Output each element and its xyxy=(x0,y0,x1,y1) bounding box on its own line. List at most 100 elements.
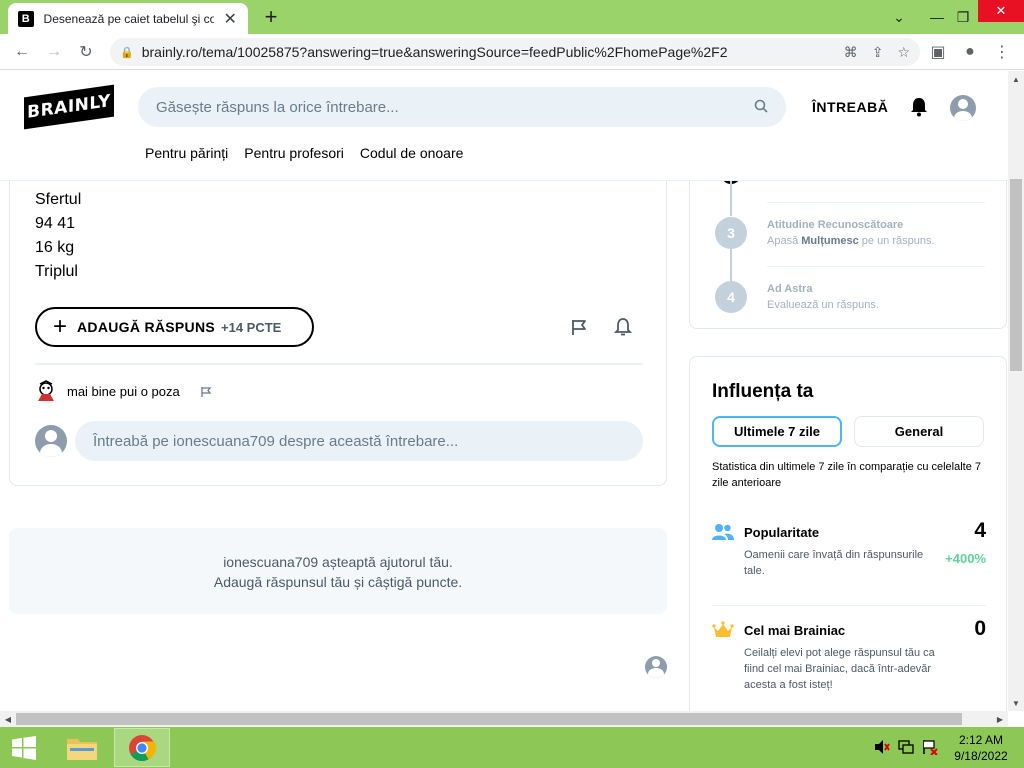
follow-bell-icon[interactable] xyxy=(613,317,633,337)
lock-icon: 🔒 xyxy=(120,46,134,59)
bookmark-star-icon[interactable]: ☆ xyxy=(897,44,910,61)
brainly-logo[interactable]: BRAINLY xyxy=(24,84,114,130)
window-close-button[interactable]: ✕ xyxy=(978,0,1024,22)
browser-tab[interactable]: B Desenează pe caiet tabelul şi complete… xyxy=(8,3,248,34)
my-avatar xyxy=(35,425,67,457)
windows-start-icon[interactable] xyxy=(0,727,48,768)
comment-text: mai bine pui o poza xyxy=(67,383,180,399)
brainly-favicon-icon: B xyxy=(18,10,34,27)
new-tab-button[interactable]: + xyxy=(258,4,284,30)
metric-description: Oamenii care învață din răspunsurile tal… xyxy=(744,549,924,577)
horizontal-scrollbar[interactable]: ◀ ▶ xyxy=(0,711,1008,727)
browser-tabstrip: B Desenează pe caiet tabelul şi complete… xyxy=(0,0,1024,34)
step-separator xyxy=(767,202,985,203)
step-number: 3 xyxy=(715,217,747,249)
scroll-left-arrow-icon[interactable]: ◀ xyxy=(0,711,16,727)
notifications-bell-icon[interactable] xyxy=(910,97,928,117)
waiting-line-2: Adaugă răspunsul tău și câștigă puncte. xyxy=(213,574,463,590)
floating-avatar[interactable] xyxy=(645,656,667,678)
add-answer-button[interactable]: + ADAUGĂ RĂSPUNS +14 PCTE xyxy=(35,307,314,347)
influence-card: Influența ta Ultimele 7 zile General Sta… xyxy=(689,356,1007,716)
metric-separator xyxy=(712,605,986,606)
reload-icon[interactable]: ↻ xyxy=(74,40,98,64)
horizontal-scroll-thumb[interactable] xyxy=(16,713,962,725)
crown-icon xyxy=(712,621,734,639)
windows-taskbar: 2:12 AM 9/18/2022 xyxy=(0,727,1024,768)
tab-last-7-days[interactable]: Ultimele 7 zile xyxy=(712,416,842,447)
taskbar-clock[interactable]: 2:12 AM 9/18/2022 xyxy=(946,732,1016,764)
search-bar[interactable]: Găsește răspuns la orice întrebare... xyxy=(138,87,786,127)
file-explorer-icon[interactable] xyxy=(54,728,110,767)
scroll-up-arrow-icon[interactable]: ▲ xyxy=(1008,71,1024,87)
clock-date: 9/18/2022 xyxy=(954,749,1008,763)
ask-author-input[interactable]: Întreabă pe ionescuana709 despre această… xyxy=(75,421,643,461)
site-header: BRAINLY Găsește răspuns la orice întreba… xyxy=(0,71,1008,181)
step-desc-text: Apasă xyxy=(767,235,802,247)
secondary-nav: Pentru părinți Pentru profesori Codul de… xyxy=(145,145,463,161)
question-line: Sfertul xyxy=(35,191,82,208)
metric-title: Popularitate xyxy=(744,525,820,540)
step-description: Evaluează un răspuns. xyxy=(767,299,879,311)
search-icon[interactable] xyxy=(754,99,768,116)
tab-general[interactable]: General xyxy=(854,416,984,447)
step-connector xyxy=(730,249,732,281)
nav-link-teachers[interactable]: Pentru profesori xyxy=(244,145,344,161)
scroll-right-arrow-icon[interactable]: ▶ xyxy=(992,711,1008,727)
report-flag-icon[interactable] xyxy=(570,318,588,336)
add-answer-points: +14 PCTE xyxy=(221,319,282,335)
chrome-taskbar-icon[interactable] xyxy=(114,728,170,767)
forward-icon[interactable]: → xyxy=(42,40,66,64)
action-center-icon[interactable] xyxy=(922,739,938,758)
metric-value: 0 xyxy=(974,617,986,640)
step-connector xyxy=(730,180,732,216)
question-content: Sfertul 94 41 16 kg Triplul xyxy=(35,188,81,284)
url-text: brainly.ro/tema/10025875?answering=true&… xyxy=(141,44,728,60)
waiting-line-1: ionescuana709 așteaptă ajutorul tău. xyxy=(223,554,453,570)
profile-icon[interactable]: ● xyxy=(958,40,982,64)
comment-item: mai bine pui o poza xyxy=(35,380,212,402)
step-separator xyxy=(767,266,985,267)
nav-link-honor-code[interactable]: Codul de onoare xyxy=(360,145,464,161)
menu-kebab-icon[interactable]: ⋮ xyxy=(990,40,1014,64)
commenter-avatar-icon[interactable] xyxy=(35,380,57,402)
comment-flag-icon[interactable] xyxy=(200,385,212,397)
tab-close-icon[interactable]: ✕ xyxy=(222,9,238,29)
people-icon xyxy=(712,523,734,541)
question-card: Sfertul 94 41 16 kg Triplul + ADAUGĂ RĂS… xyxy=(9,150,667,486)
metric-delta: +400% xyxy=(945,551,986,566)
step-title: Ad Astra xyxy=(767,283,813,295)
question-line: Triplul xyxy=(35,263,78,280)
vertical-scrollbar[interactable]: ▲ ▼ xyxy=(1008,71,1024,711)
volume-muted-icon[interactable] xyxy=(874,739,890,758)
influence-description: Statistica din ultimele 7 zile în compar… xyxy=(712,461,982,489)
logo-text: BRAINLY xyxy=(27,91,111,123)
user-avatar[interactable] xyxy=(950,95,976,121)
question-line: 94 41 xyxy=(35,215,76,232)
step-desc-bold: Mulțumesc xyxy=(801,235,859,247)
network-icon[interactable] xyxy=(898,739,914,758)
share-icon[interactable]: ⇪ xyxy=(872,44,884,61)
ask-question-button[interactable]: ÎNTREABĂ xyxy=(812,99,888,115)
vertical-scroll-thumb[interactable] xyxy=(1010,179,1022,371)
plus-icon: + xyxy=(53,313,68,340)
search-input[interactable]: Găsește răspuns la orice întrebare... xyxy=(156,99,754,116)
step-desc-text: pe un răspuns. xyxy=(858,235,935,247)
clock-time: 2:12 AM xyxy=(958,733,1004,747)
influence-title: Influența ta xyxy=(712,381,814,402)
back-icon[interactable]: ← xyxy=(10,40,34,64)
add-answer-label: ADAUGĂ RĂSPUNS xyxy=(77,319,216,335)
metric-description: Ceilalți elevi pot alege răspunsul tău c… xyxy=(744,647,935,691)
scroll-down-arrow-icon[interactable]: ▼ xyxy=(1008,695,1024,711)
metric-title: Cel mai Brainiac xyxy=(744,623,846,638)
address-bar[interactable]: 🔒 brainly.ro/tema/10025875?answering=tru… xyxy=(110,38,920,66)
step-description: Apasă Mulțumesc pe un răspuns. xyxy=(767,235,935,247)
tab-title: Desenează pe caiet tabelul şi completeaz… xyxy=(43,11,215,26)
nav-link-parents[interactable]: Pentru părinți xyxy=(145,145,228,161)
ask-author-row: Întreabă pe ionescuana709 despre această… xyxy=(35,421,643,461)
translate-icon[interactable]: ⌘ xyxy=(844,44,858,61)
waiting-help-box: ionescuana709 așteaptă ajutorul tău. Ada… xyxy=(9,528,667,614)
browser-toolbar: ← → ↻ 🔒 brainly.ro/tema/10025875?answeri… xyxy=(0,34,1024,70)
question-line: 16 kg xyxy=(35,239,75,256)
step-number: 4 xyxy=(715,281,747,313)
side-panel-icon[interactable]: ▣ xyxy=(926,40,950,64)
